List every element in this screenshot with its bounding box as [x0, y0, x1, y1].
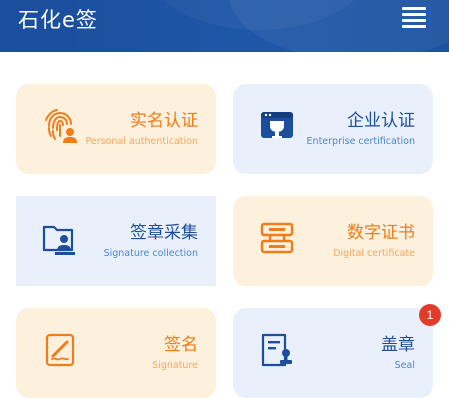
card-signature[interactable]: 签名 Signature	[16, 308, 216, 398]
card-subtitle: Signature collection	[103, 248, 198, 259]
card-title: 盖章	[381, 335, 415, 355]
card-personal-authentication[interactable]: 实名认证 Personal authentication	[16, 84, 216, 174]
card-signature-collection[interactable]: 签章采集 Signature collection	[16, 196, 216, 286]
fingerprint-user-icon	[45, 109, 77, 143]
card-title: 数字证书	[347, 223, 415, 243]
document-stamp-icon	[261, 333, 292, 367]
card-digital-certificate[interactable]: 数字证书 Digital certificate	[233, 196, 433, 286]
pen-sign-icon	[45, 333, 75, 367]
card-title: 企业认证	[347, 111, 415, 131]
app-header: 石化e签	[0, 0, 449, 52]
card-title: 签章采集	[130, 223, 198, 243]
card-subtitle: Enterprise certification	[306, 136, 415, 147]
card-title: 实名认证	[130, 111, 198, 131]
card-seal[interactable]: 盖章 Seal	[233, 308, 433, 398]
enterprise-certificate-icon	[261, 112, 293, 138]
card-subtitle: Seal	[394, 360, 415, 371]
hamburger-menu-icon[interactable]	[402, 7, 426, 28]
card-enterprise-certification[interactable]: 企业认证 Enterprise certification	[233, 84, 433, 174]
card-subtitle: Personal authentication	[85, 136, 198, 147]
notification-badge: 1	[419, 304, 441, 326]
card-subtitle: Digital certificate	[333, 248, 415, 259]
card-title: 签名	[164, 335, 198, 355]
app-title: 石化e签	[18, 8, 98, 32]
certificate-icon	[260, 222, 294, 254]
folder-user-icon	[42, 225, 75, 255]
card-subtitle: Signature	[152, 360, 198, 371]
